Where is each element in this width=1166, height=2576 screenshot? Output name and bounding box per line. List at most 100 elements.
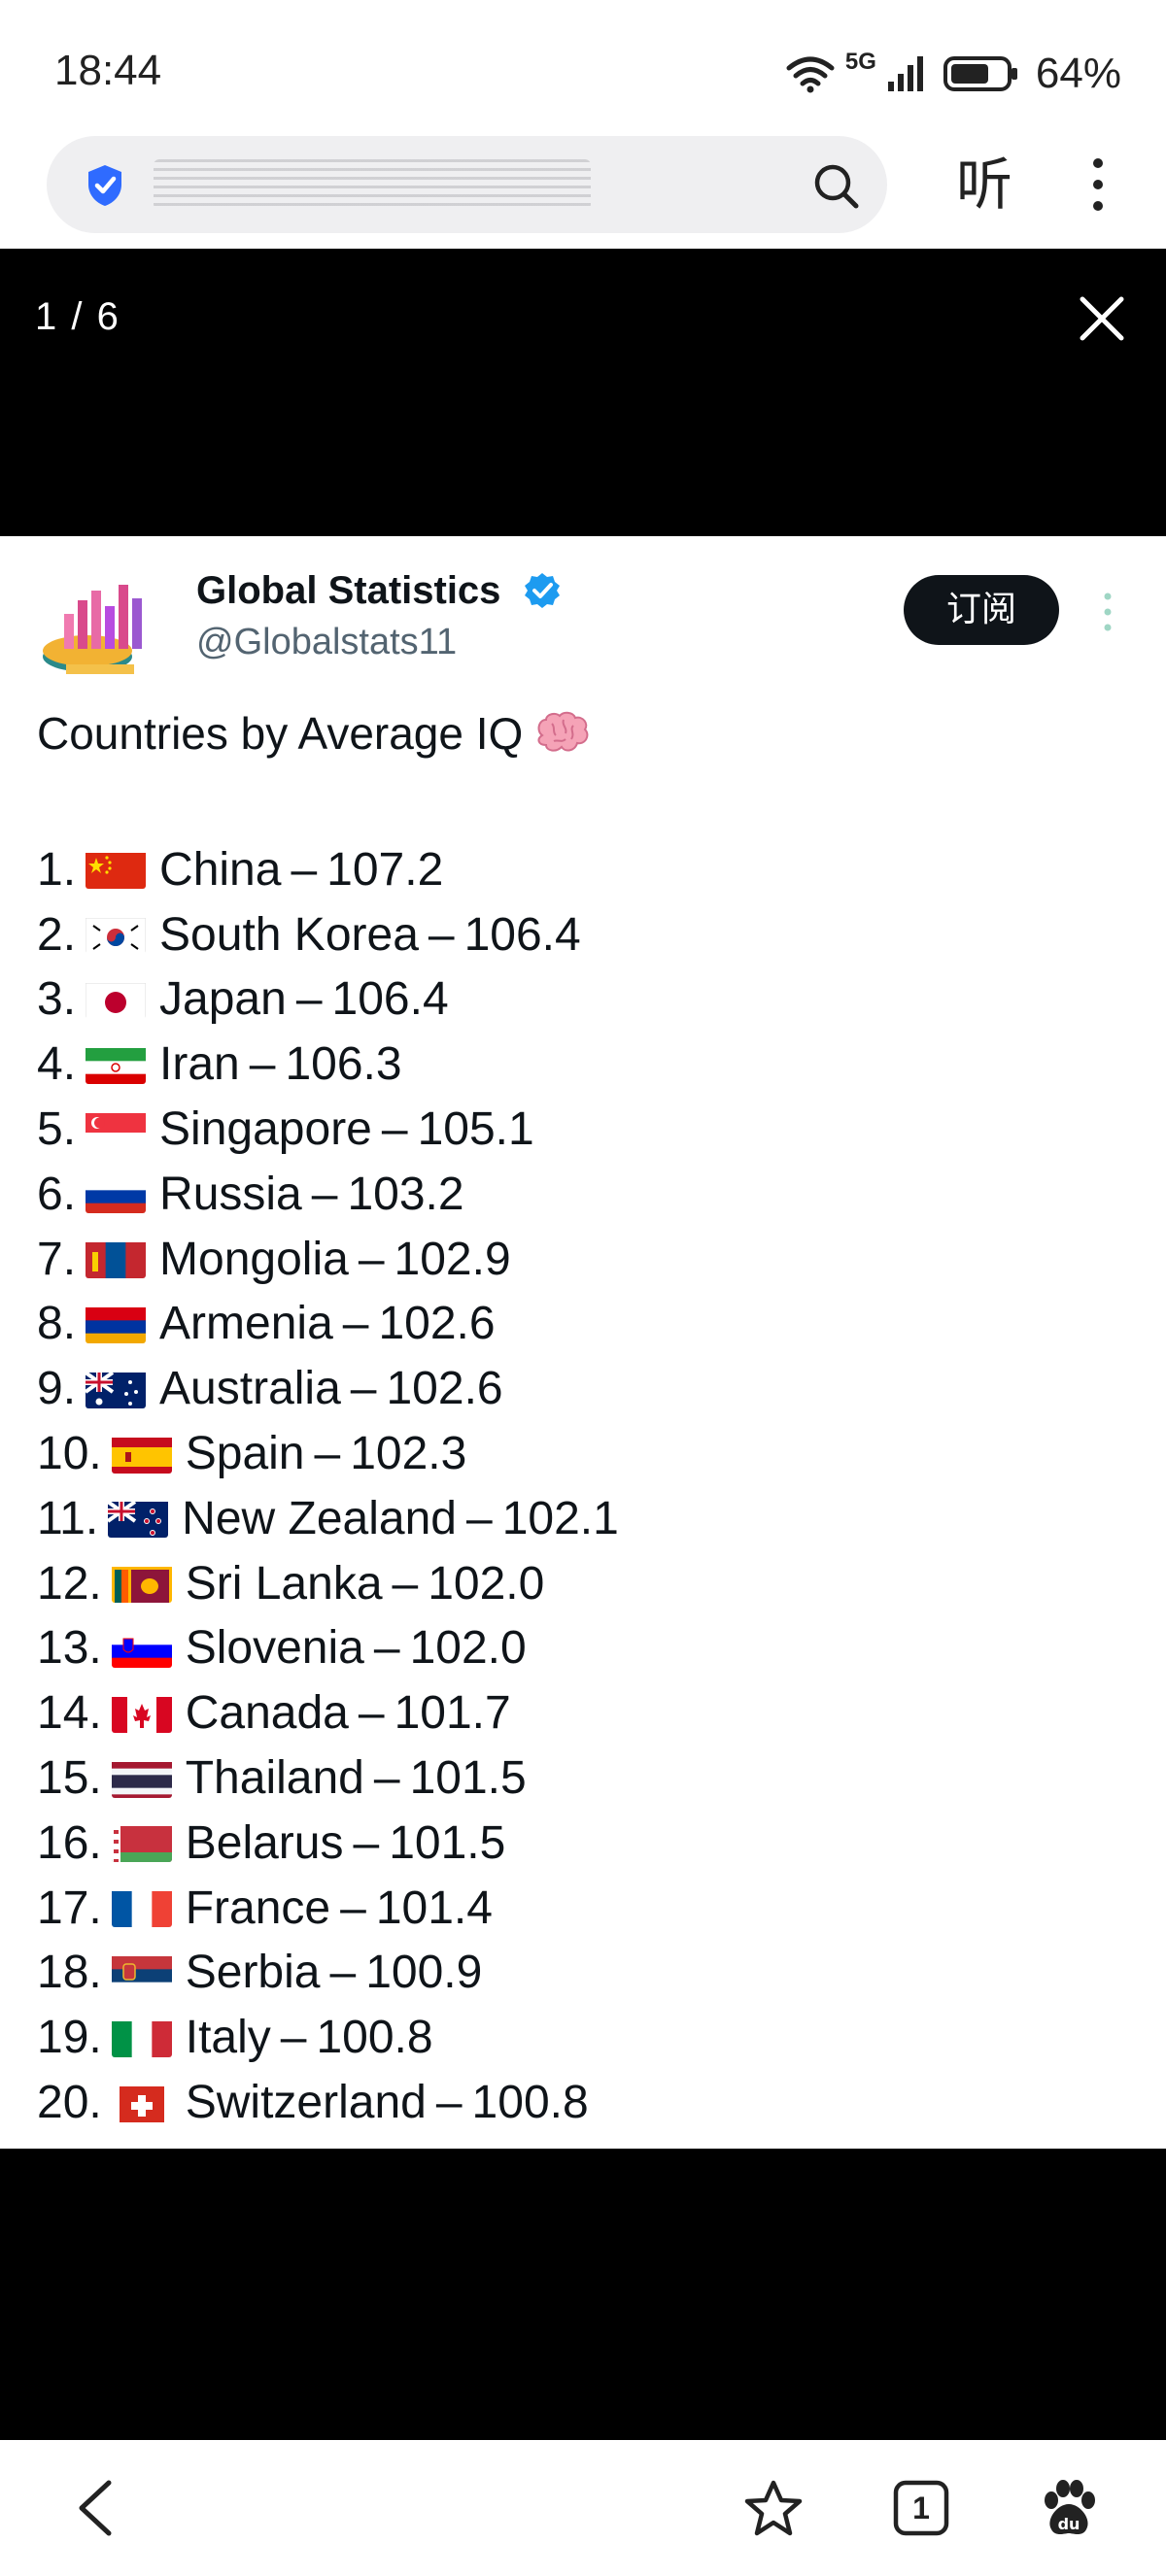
list-item: 2. South Korea –106.4 <box>37 902 619 967</box>
iq-value: 102.3 <box>350 1428 467 1480</box>
dash-separator: – <box>249 1038 276 1091</box>
dash-separator: – <box>381 1103 408 1156</box>
url-text-blurred[interactable] <box>154 159 591 210</box>
rank-number: 18. <box>37 1947 102 1999</box>
iq-value: 102.6 <box>378 1298 496 1350</box>
baidu-home-button[interactable]: du <box>1030 2469 1108 2547</box>
battery-percent: 64% <box>1035 50 1121 97</box>
flag-th-icon <box>111 1759 172 1798</box>
list-item: 7. Mongolia –102.9 <box>37 1227 619 1292</box>
flag-am-icon <box>86 1305 147 1343</box>
verified-badge-icon <box>525 573 560 608</box>
rank-number: 17. <box>37 1881 102 1934</box>
bottom-navigation: 1 du <box>0 2440 1166 2576</box>
iq-value: 106.3 <box>285 1038 402 1091</box>
flag-rs-icon <box>111 1953 172 1992</box>
rank-number: 16. <box>37 1816 102 1869</box>
flag-es-icon <box>111 1435 172 1474</box>
iq-value: 105.1 <box>417 1103 534 1156</box>
more-options-icon[interactable] <box>1098 591 1117 633</box>
more-icon[interactable] <box>1079 155 1117 214</box>
list-item: 1. China –107.2 <box>37 837 619 902</box>
back-icon[interactable] <box>74 2479 117 2537</box>
signal-icon <box>887 56 923 91</box>
dash-separator: – <box>340 1881 366 1934</box>
network-type: 5G <box>844 49 876 75</box>
wifi-icon <box>786 56 835 93</box>
iq-value: 101.5 <box>389 1816 506 1869</box>
tabs-button[interactable]: 1 <box>882 2469 960 2547</box>
rank-number: 2. <box>37 908 77 961</box>
iq-value: 102.1 <box>501 1492 619 1544</box>
dash-separator: – <box>428 908 455 961</box>
back-button[interactable] <box>56 2469 134 2547</box>
list-item: 18. Serbia –100.9 <box>37 1941 619 2006</box>
rank-number: 19. <box>37 2012 102 2064</box>
country-name: Canada <box>185 1687 349 1740</box>
rank-number: 4. <box>37 1038 77 1091</box>
address-bar[interactable] <box>47 136 887 233</box>
dash-separator: – <box>311 1168 338 1220</box>
flag-au-icon <box>86 1370 147 1408</box>
iq-value: 101.7 <box>394 1687 511 1740</box>
flag-nz-icon <box>108 1499 169 1539</box>
search-icon[interactable] <box>811 161 860 210</box>
iq-value: 102.0 <box>409 1622 527 1675</box>
iq-value: 101.5 <box>409 1752 527 1805</box>
iq-value: 103.2 <box>347 1168 464 1220</box>
rank-number: 1. <box>37 843 77 896</box>
rank-number: 8. <box>37 1298 77 1350</box>
list-item: 9. Australia –102.6 <box>37 1356 619 1421</box>
iq-value: 107.2 <box>326 843 444 896</box>
flag-ru-icon <box>86 1174 147 1214</box>
close-icon[interactable] <box>1075 291 1129 346</box>
list-item: 20. Switzerland –100.8 <box>37 2070 619 2135</box>
rank-number: 9. <box>37 1363 77 1415</box>
list-item: 3. Japan –106.4 <box>37 967 619 1033</box>
dash-separator: – <box>350 1363 377 1415</box>
country-name: Serbia <box>185 1947 321 1999</box>
flag-kr-icon <box>86 915 147 955</box>
country-name: Singapore <box>159 1103 372 1156</box>
list-item: 14. Canada –101.7 <box>37 1680 619 1746</box>
country-name: South Korea <box>159 908 419 961</box>
rank-number: 6. <box>37 1168 77 1220</box>
flag-cn-icon <box>86 850 147 890</box>
tweet-image[interactable]: Global Statistics @Globalstats11 订阅 Coun… <box>0 536 1166 2149</box>
list-item: 4. Iran –106.3 <box>37 1032 619 1097</box>
list-item: 8. Armenia –102.6 <box>37 1292 619 1357</box>
iq-value: 101.4 <box>375 1881 493 1934</box>
star-icon[interactable] <box>743 2479 804 2537</box>
baidu-paw-icon[interactable]: du <box>1038 2477 1100 2539</box>
dash-separator: – <box>295 973 323 1026</box>
author-name[interactable]: Global Statistics <box>196 569 500 613</box>
shield-icon[interactable] <box>86 163 124 208</box>
dash-separator: – <box>358 1233 385 1285</box>
country-name: Japan <box>159 973 287 1026</box>
avatar[interactable] <box>39 571 161 688</box>
country-name: France <box>185 1881 331 1934</box>
iq-value: 100.8 <box>316 2012 433 2064</box>
tab-count[interactable]: 1 <box>882 2469 960 2547</box>
iq-value: 106.4 <box>463 908 581 961</box>
dash-separator: – <box>435 2077 463 2129</box>
rank-number: 15. <box>37 1752 102 1805</box>
svg-text:du: du <box>1058 2515 1080 2533</box>
flag-ir-icon <box>86 1045 147 1084</box>
list-item: 13. Slovenia –102.0 <box>37 1616 619 1681</box>
rank-number: 10. <box>37 1428 102 1480</box>
bookmark-button[interactable] <box>735 2469 812 2547</box>
list-item: 5. Singapore –105.1 <box>37 1097 619 1162</box>
flag-jp-icon <box>86 980 147 1019</box>
dash-separator: – <box>358 1687 385 1740</box>
country-name: Mongolia <box>159 1233 349 1285</box>
flag-ca-icon <box>111 1694 172 1733</box>
status-icons: 5G 64% <box>785 47 1121 101</box>
subscribe-button[interactable]: 订阅 <box>904 575 1059 645</box>
listen-button[interactable]: 听 <box>952 148 1016 221</box>
flag-lk-icon <box>111 1564 172 1604</box>
iq-value: 106.4 <box>331 973 449 1026</box>
author-handle[interactable]: @Globalstats11 <box>196 622 457 663</box>
image-viewer-footer <box>0 2149 1166 2440</box>
rank-number: 12. <box>37 1557 102 1610</box>
